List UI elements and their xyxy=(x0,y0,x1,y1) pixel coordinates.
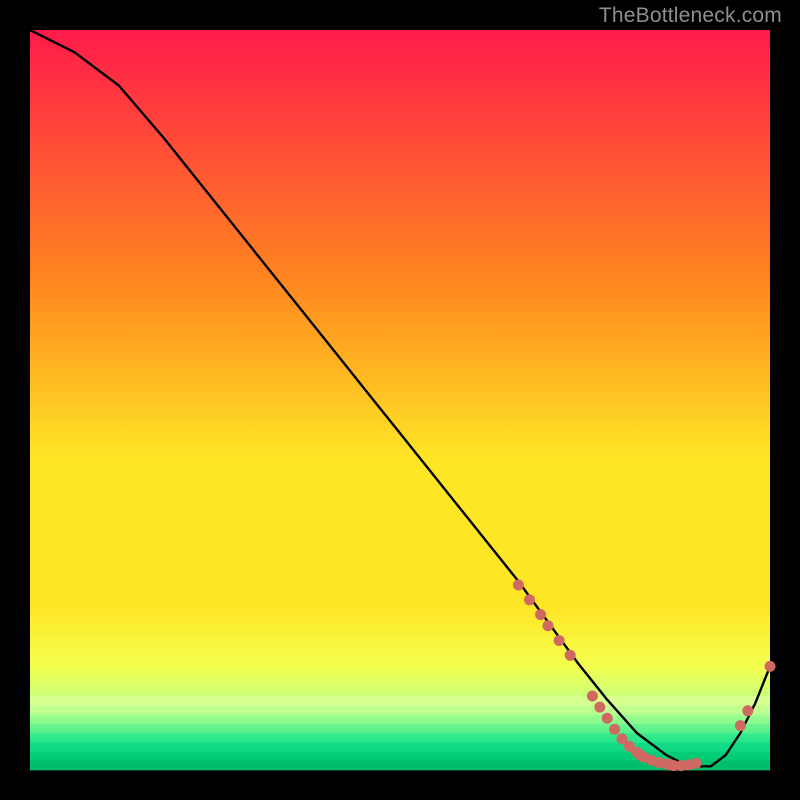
chart-stage: TheBottleneck.com xyxy=(0,0,800,800)
chart-canvas xyxy=(0,0,800,800)
data-marker xyxy=(742,705,753,716)
data-marker xyxy=(513,580,524,591)
data-marker xyxy=(602,713,613,724)
data-marker xyxy=(565,650,576,661)
data-marker xyxy=(543,620,554,631)
heat-background xyxy=(30,30,770,770)
data-marker xyxy=(587,691,598,702)
data-marker xyxy=(535,609,546,620)
data-marker xyxy=(609,724,620,735)
heat-band xyxy=(30,696,770,706)
heat-band xyxy=(30,715,770,725)
data-marker xyxy=(594,702,605,713)
heat-band xyxy=(30,733,770,743)
data-marker xyxy=(735,720,746,731)
data-marker xyxy=(554,635,565,646)
data-marker xyxy=(524,594,535,605)
data-marker xyxy=(765,661,776,672)
heat-band xyxy=(30,724,770,734)
heat-band xyxy=(30,705,770,715)
watermark-text: TheBottleneck.com xyxy=(599,4,782,28)
data-marker xyxy=(691,758,702,769)
